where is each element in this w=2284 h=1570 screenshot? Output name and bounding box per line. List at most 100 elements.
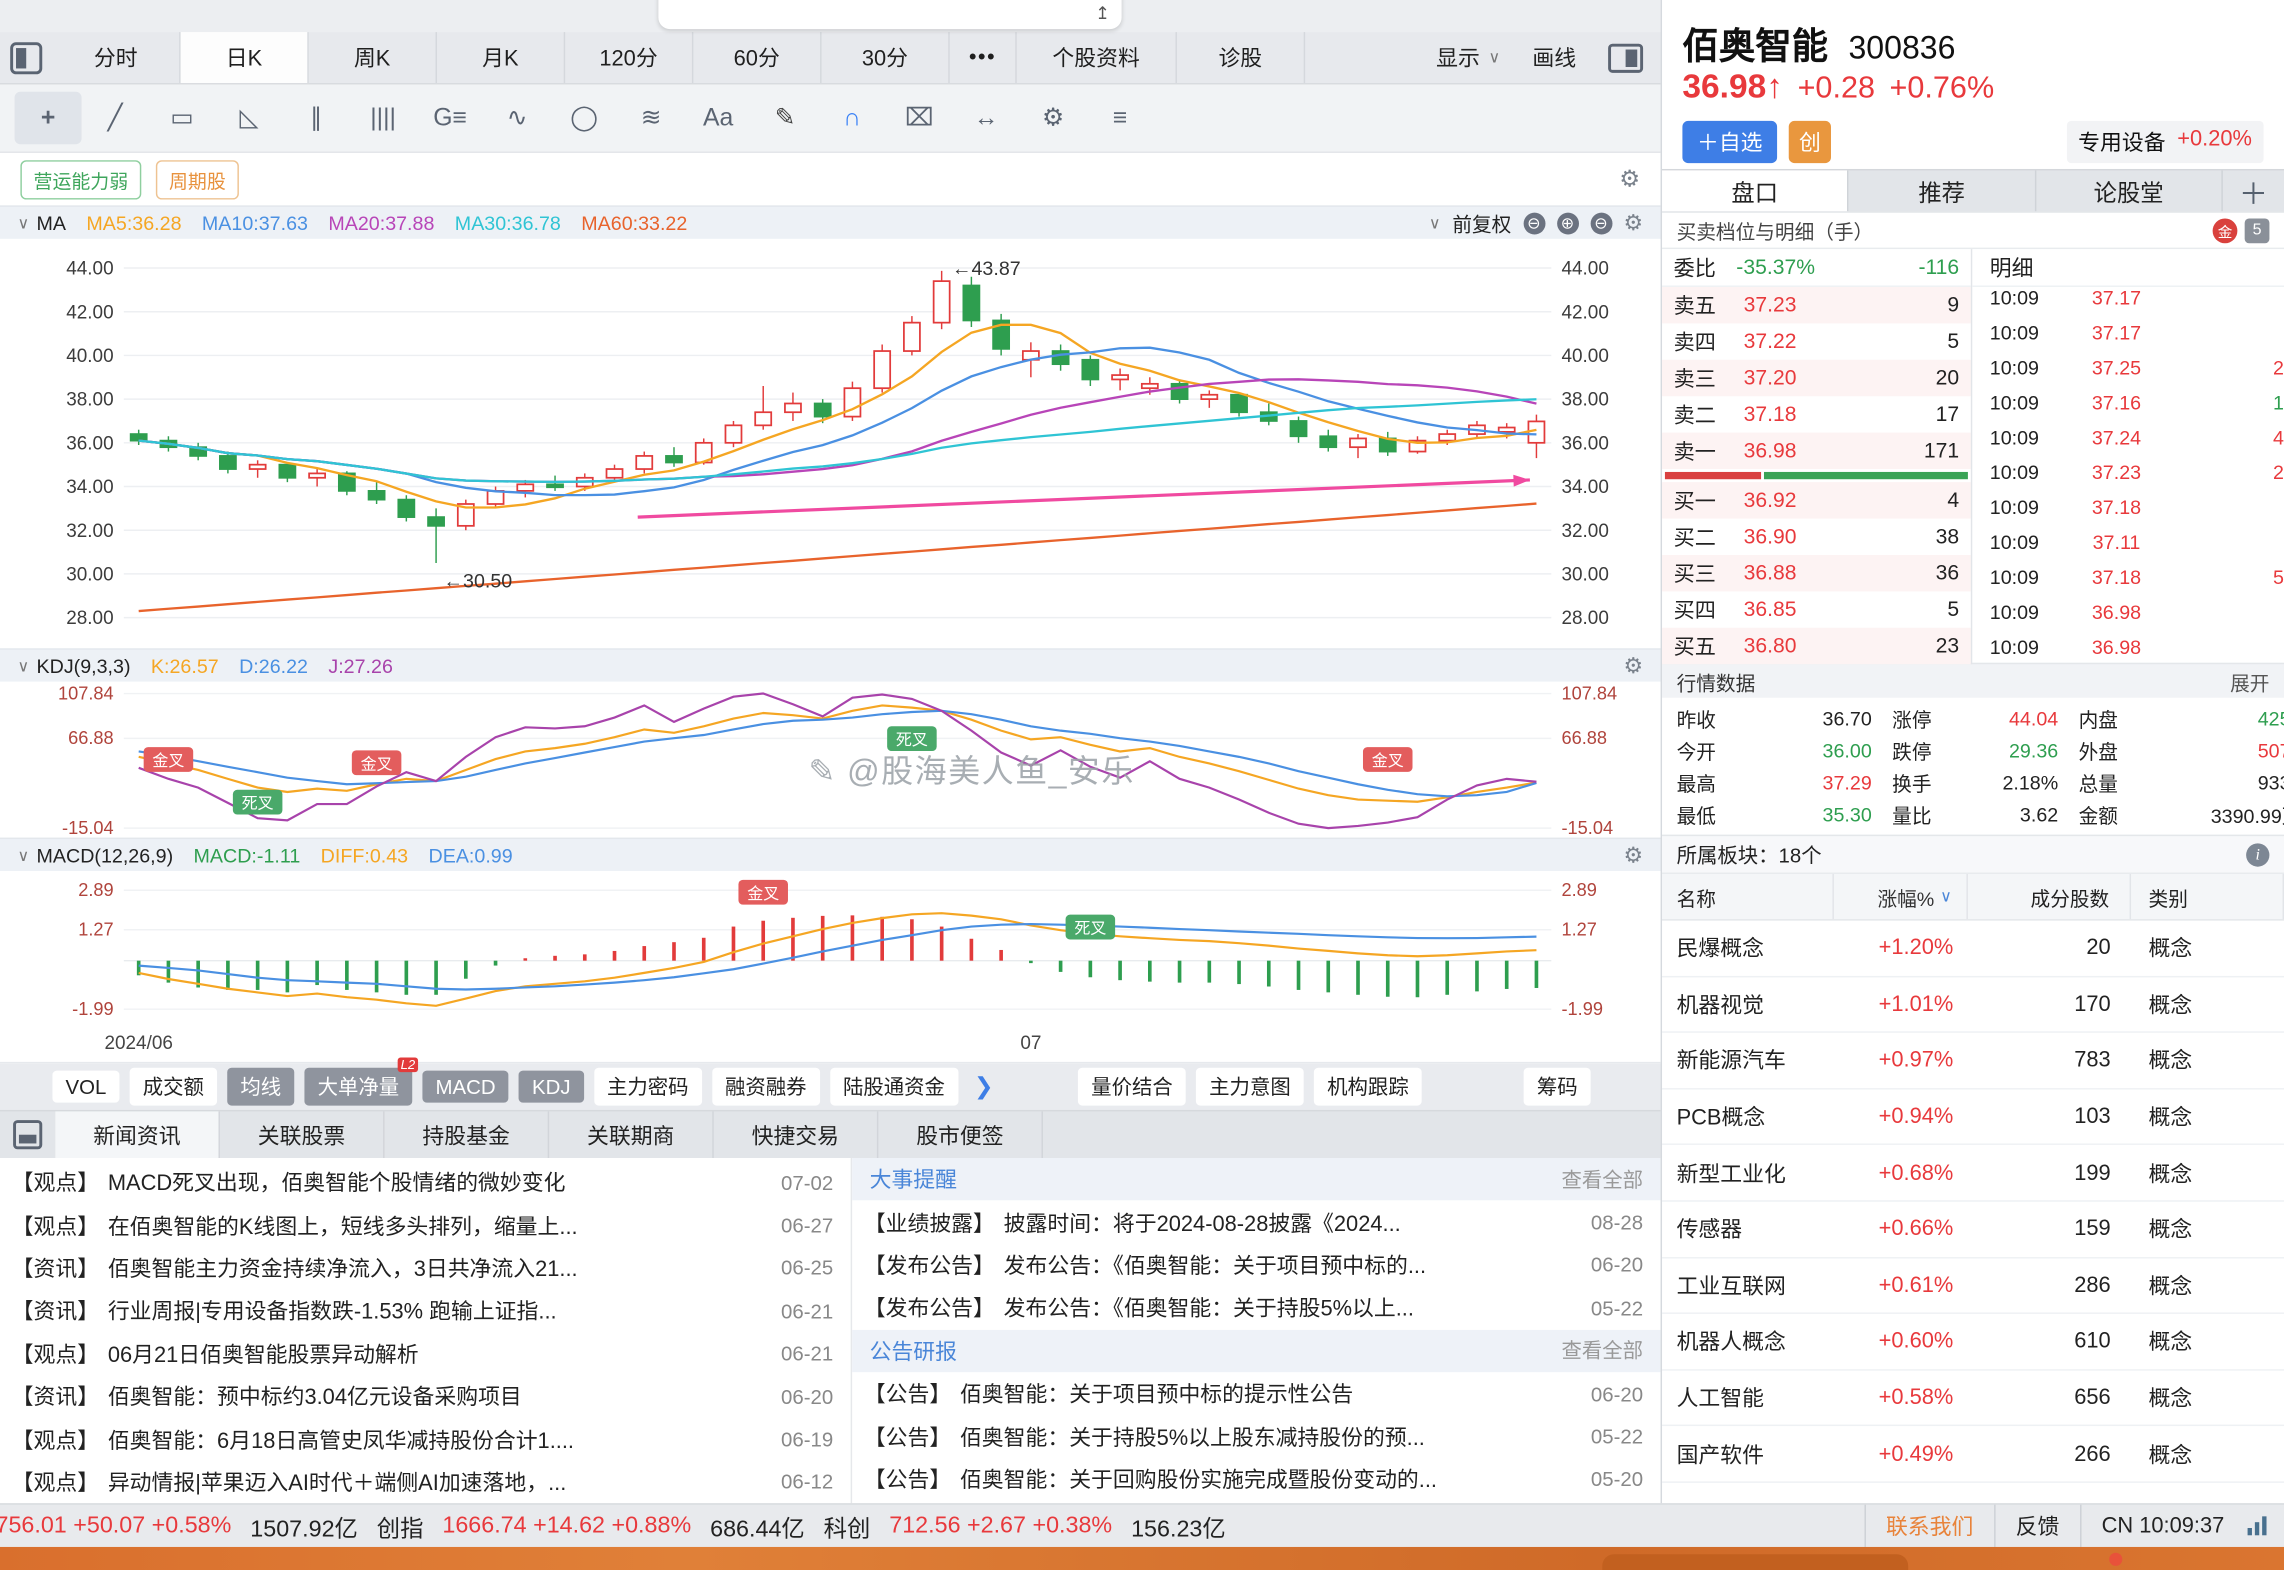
announcement-item[interactable]: 【公告】佰奥智能：关于项目预中标的提示性公告06-20 bbox=[852, 1372, 1660, 1415]
ask-row[interactable]: 卖二37.1817 bbox=[1662, 396, 1971, 432]
indicator-tab-MACD[interactable]: MACD bbox=[422, 1071, 508, 1103]
announcement-item[interactable]: 【公告】佰奥智能：关于持股5%以上股东减持股份的预...05-22 bbox=[852, 1415, 1660, 1458]
pencil-tool[interactable]: ✎ bbox=[752, 92, 819, 144]
ellipse-tool[interactable]: ◯ bbox=[551, 92, 618, 144]
kdj-settings-icon[interactable]: ⚙ bbox=[1623, 653, 1643, 679]
industry-tag[interactable]: 专用设备 +0.20% bbox=[2067, 120, 2264, 162]
drawline-button[interactable]: 画线 bbox=[1532, 42, 1576, 73]
news-item[interactable]: 【观点】在佰奥智能的K线图上，短线多头排列，缩量上...06-27 bbox=[0, 1204, 851, 1247]
tags-settings-icon[interactable]: ⚙ bbox=[1619, 165, 1640, 194]
indicator-tab-筹码[interactable]: 筹码 bbox=[1524, 1068, 1591, 1106]
news-tab-股市便签[interactable]: 股市便签 bbox=[878, 1111, 1043, 1158]
sector-row[interactable]: 机器视觉+1.01%170概念 bbox=[1662, 977, 2284, 1033]
collapse-pane-icon[interactable]: ⊖ bbox=[1590, 212, 1612, 234]
ask-row[interactable]: 卖四37.225 bbox=[1662, 323, 1971, 359]
indicator-tab-机构跟踪[interactable]: 机构跟踪 bbox=[1314, 1068, 1422, 1106]
indicator-tab-陆股通资金[interactable]: 陆股通资金 bbox=[830, 1068, 958, 1106]
news-item[interactable]: 【资讯】佰奥智能主力资金持续净流入，3日共净流入21...06-25 bbox=[0, 1247, 851, 1290]
col-count[interactable]: 成分股数 bbox=[1968, 874, 2131, 919]
wave-tool[interactable]: ∿ bbox=[484, 92, 551, 144]
news-item[interactable]: 【观点】异动情报|苹果迈入AI时代＋端侧AI加速落地，...06-12 bbox=[0, 1461, 851, 1504]
news-item[interactable]: 【观点】佰奥智能：6月18日高管史凤华减持股份合计1....06-19 bbox=[0, 1418, 851, 1461]
main-kline-chart[interactable]: 44.0044.0042.0042.0040.0040.0038.0038.00… bbox=[0, 239, 1661, 648]
rect-tool[interactable]: ▭ bbox=[149, 92, 216, 144]
news-tab-快捷交易[interactable]: 快捷交易 bbox=[714, 1111, 879, 1158]
bid-row[interactable]: 买一36.924 bbox=[1662, 482, 1971, 518]
period-tab-诊股[interactable]: 诊股 bbox=[1177, 32, 1305, 83]
sector-row[interactable]: 新能源汽车+0.97%783概念 bbox=[1662, 1033, 2284, 1089]
layers-tool[interactable]: ≡ bbox=[1087, 92, 1154, 144]
announcement-item[interactable]: 【业绩披露】披露时间：将于2024-08-28披露《2024...08-28 bbox=[852, 1201, 1660, 1244]
period-tab-120分[interactable]: 120分 bbox=[565, 32, 693, 83]
ma-collapse-toggle[interactable]: ∨ MA bbox=[17, 212, 66, 234]
macd-chart[interactable]: 2.892.891.271.27-1.99-1.99金叉死叉 bbox=[0, 871, 1661, 1027]
ask-row[interactable]: 卖一36.98171 bbox=[1662, 433, 1971, 469]
view-all-link[interactable]: 查看全部 bbox=[1562, 1336, 1644, 1365]
display-menu[interactable]: 显示∨ bbox=[1436, 42, 1500, 73]
indicator-tab-融资融券[interactable]: 融资融券 bbox=[712, 1068, 820, 1106]
kdj-collapse-toggle[interactable]: ∨ KDJ(9,3,3) bbox=[17, 655, 130, 677]
stock-tag[interactable]: 营运能力弱 bbox=[20, 160, 141, 199]
text-tool[interactable]: Aa bbox=[685, 92, 752, 144]
trash-tool[interactable]: ⌧ bbox=[886, 92, 953, 144]
indicator-tab-VOL[interactable]: VOL bbox=[52, 1071, 119, 1103]
bid-row[interactable]: 买四36.855 bbox=[1662, 591, 1971, 627]
news-tab-关联期商[interactable]: 关联期商 bbox=[549, 1111, 714, 1158]
period-tab-周K[interactable]: 周K bbox=[309, 32, 437, 83]
search-box[interactable]: ↥ bbox=[658, 0, 1121, 29]
period-tab-60分[interactable]: 60分 bbox=[693, 32, 821, 83]
period-tab-30分[interactable]: 30分 bbox=[822, 32, 950, 83]
news-item[interactable]: 【观点】MACD死叉出现，佰奥智能个股情绪的微妙变化07-02 bbox=[0, 1161, 851, 1204]
hatch-tool[interactable]: ≋ bbox=[618, 92, 685, 144]
zoom-in-icon[interactable]: ⊕ bbox=[1556, 212, 1578, 234]
more-indicators-icon[interactable]: ❯ bbox=[968, 1072, 999, 1101]
sector-row[interactable]: 人工智能+0.58%656概念 bbox=[1662, 1370, 2284, 1426]
right-panel-toggle-icon[interactable] bbox=[1608, 43, 1643, 72]
ma-settings-icon[interactable]: ⚙ bbox=[1623, 210, 1643, 236]
ask-row[interactable]: 卖三37.2020 bbox=[1662, 360, 1971, 396]
period-tab-分时[interactable]: 分时 bbox=[52, 32, 180, 83]
sector-row[interactable]: 机器人概念+0.60%610概念 bbox=[1662, 1314, 2284, 1370]
sector-row[interactable]: 国产软件+0.49%266概念 bbox=[1662, 1427, 2284, 1483]
sector-row[interactable]: 传感器+0.66%159概念 bbox=[1662, 1202, 2284, 1258]
news-item[interactable]: 【资讯】佰奥智能：预中标约3.04亿元设备采购项目06-20 bbox=[0, 1375, 851, 1418]
announcement-item[interactable]: 【发布公告】发布公告：《佰奥智能：关于项目预中标的...06-20 bbox=[852, 1244, 1660, 1287]
zoom-out-icon[interactable]: ⊖ bbox=[1523, 212, 1545, 234]
period-tab-•••[interactable]: ••• bbox=[950, 32, 1017, 83]
indicator-tab-KDJ[interactable]: KDJ bbox=[519, 1071, 584, 1103]
add-watchlist-button[interactable]: ＋自选 bbox=[1682, 120, 1777, 162]
col-category[interactable]: 类别 bbox=[2131, 874, 2284, 919]
split-tool[interactable]: ↔ bbox=[953, 92, 1020, 144]
feedback-link[interactable]: 反馈 bbox=[1994, 1505, 2080, 1547]
settings-tool[interactable]: ⚙ bbox=[1020, 92, 1087, 144]
channel-tool[interactable]: ∥ bbox=[283, 92, 350, 144]
macd-settings-icon[interactable]: ⚙ bbox=[1623, 842, 1643, 868]
panel-tab-盘口[interactable]: 盘口 bbox=[1662, 170, 1849, 211]
minimize-panel-icon[interactable] bbox=[0, 1111, 55, 1158]
sector-row[interactable]: 民爆概念+1.20%20概念 bbox=[1662, 921, 2284, 977]
panel-tab-论股堂[interactable]: 论股堂 bbox=[2036, 170, 2223, 211]
bid-row[interactable]: 买二36.9038 bbox=[1662, 519, 1971, 555]
period-tab-月K[interactable]: 月K bbox=[437, 32, 565, 83]
stock-tag[interactable]: 周期股 bbox=[156, 160, 239, 199]
adjust-mode-select[interactable]: 前复权 bbox=[1452, 208, 1511, 237]
contact-us-link[interactable]: 联系我们 bbox=[1864, 1505, 1994, 1547]
level2-gold-icon[interactable]: 金 bbox=[2213, 218, 2238, 243]
indicator-tab-量价结合[interactable]: 量价结合 bbox=[1078, 1068, 1186, 1106]
indicator-tab-大单净量[interactable]: 大单净量L2 bbox=[304, 1068, 412, 1106]
view-all-link[interactable]: 查看全部 bbox=[1562, 1165, 1644, 1194]
bid-row[interactable]: 买五36.8023 bbox=[1662, 628, 1971, 664]
vertical-lines-tool[interactable]: |||| bbox=[350, 92, 417, 144]
expand-button[interactable]: 展开 bbox=[2230, 666, 2269, 695]
announcement-item[interactable]: 【公告】佰奥智能：关于回购股份实施完成暨股份变动的...05-20 bbox=[852, 1458, 1660, 1501]
magnet-tool[interactable]: ∩ bbox=[819, 92, 886, 144]
period-tab-日K[interactable]: 日K bbox=[181, 32, 309, 83]
indicator-tab-均线[interactable]: 均线 bbox=[227, 1068, 294, 1106]
five-level-icon[interactable]: 5 bbox=[2245, 218, 2270, 243]
fan-lines-tool[interactable]: ◺ bbox=[216, 92, 283, 144]
indicator-tab-主力密码[interactable]: 主力密码 bbox=[594, 1068, 702, 1106]
indicator-tab-成交额[interactable]: 成交额 bbox=[130, 1068, 217, 1106]
news-tab-关联股票[interactable]: 关联股票 bbox=[220, 1111, 385, 1158]
news-item[interactable]: 【资讯】行业周报|专用设备指数跌-1.53% 跑输上证指...06-21 bbox=[0, 1289, 851, 1332]
ask-row[interactable]: 卖五37.239 bbox=[1662, 287, 1971, 323]
